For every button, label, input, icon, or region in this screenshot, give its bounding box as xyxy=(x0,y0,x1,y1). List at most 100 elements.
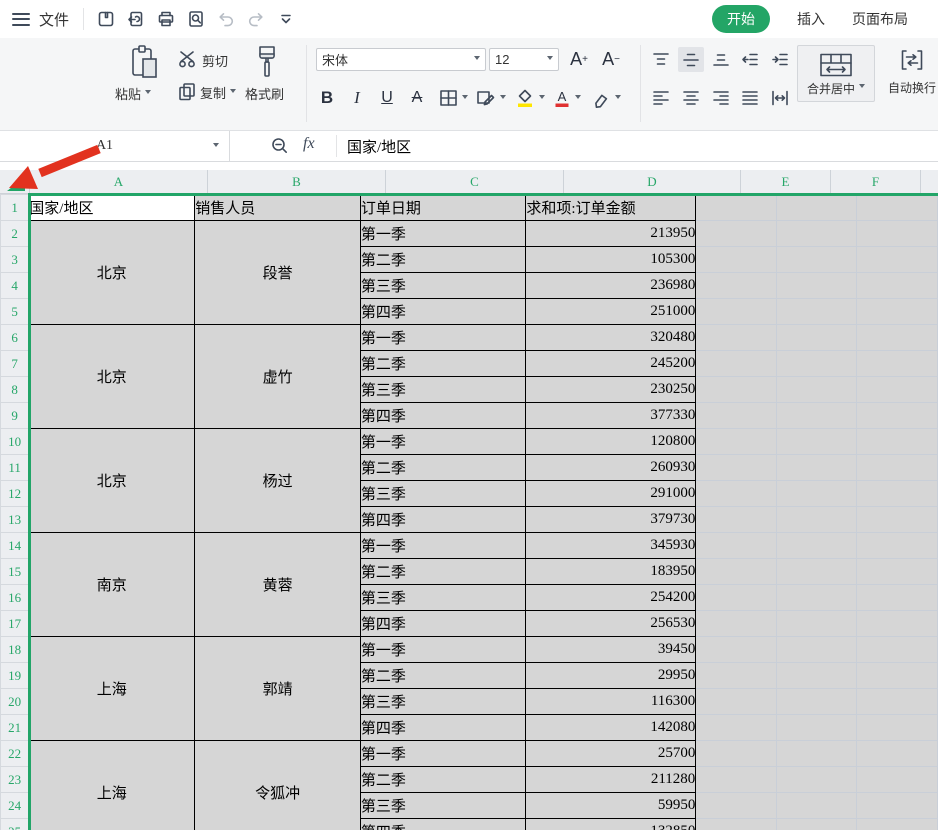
italic-button[interactable]: I xyxy=(344,86,370,110)
cell[interactable] xyxy=(776,637,857,663)
cell-region[interactable]: 上海 xyxy=(29,637,195,741)
cell[interactable] xyxy=(696,455,777,481)
cell[interactable] xyxy=(857,403,938,429)
cell[interactable] xyxy=(696,507,777,533)
main-menu-icon[interactable] xyxy=(12,13,30,26)
cell-amount[interactable]: 59950 xyxy=(526,793,696,819)
cell-amount[interactable]: 183950 xyxy=(526,559,696,585)
cell[interactable] xyxy=(776,221,857,247)
cell[interactable] xyxy=(696,819,777,830)
row-header[interactable]: 3 xyxy=(1,247,29,273)
cell[interactable] xyxy=(776,741,857,767)
cell[interactable] xyxy=(776,715,857,741)
cell[interactable] xyxy=(776,325,857,351)
row-header[interactable]: 9 xyxy=(1,403,29,429)
column-header[interactable] xyxy=(921,170,938,194)
cell-salesperson[interactable]: 郭靖 xyxy=(195,637,361,741)
cell[interactable] xyxy=(696,429,777,455)
row-header[interactable]: 15 xyxy=(1,559,29,585)
tab-insert[interactable]: 插入 xyxy=(797,9,825,29)
font-size-select[interactable]: 12 xyxy=(489,48,559,71)
cell[interactable] xyxy=(696,325,777,351)
decrease-font-size-button[interactable]: A− xyxy=(598,47,624,71)
font-color-button[interactable]: A xyxy=(550,86,584,110)
merge-center-button[interactable]: 合并居中 xyxy=(797,45,875,102)
print-button[interactable] xyxy=(152,5,180,33)
cell[interactable] xyxy=(857,689,938,715)
cell-amount[interactable]: 251000 xyxy=(526,299,696,325)
export-button[interactable] xyxy=(122,5,150,33)
cell[interactable] xyxy=(696,585,777,611)
cell-quarter[interactable]: 第二季 xyxy=(360,559,526,585)
cell[interactable] xyxy=(776,299,857,325)
cell-quarter[interactable]: 第二季 xyxy=(360,247,526,273)
tab-page-layout[interactable]: 页面布局 xyxy=(852,9,908,29)
row-header[interactable]: 13 xyxy=(1,507,29,533)
cell[interactable] xyxy=(857,273,938,299)
cut-label[interactable]: 剪切 xyxy=(202,51,228,70)
cell[interactable] xyxy=(776,351,857,377)
file-menu[interactable]: 文件 xyxy=(39,9,69,30)
cell[interactable]: 订单日期 xyxy=(360,195,526,221)
cell[interactable] xyxy=(776,247,857,273)
active-cell[interactable]: 国家/地区 xyxy=(29,195,195,221)
tab-home[interactable]: 开始 xyxy=(712,5,770,33)
cell-amount[interactable]: 379730 xyxy=(526,507,696,533)
cell-quarter[interactable]: 第四季 xyxy=(360,819,526,830)
cell[interactable] xyxy=(776,195,857,221)
align-right-button[interactable] xyxy=(708,85,734,110)
cell-quarter[interactable]: 第四季 xyxy=(360,611,526,637)
row-header[interactable]: 10 xyxy=(1,429,29,455)
cell-salesperson[interactable]: 令狐冲 xyxy=(195,741,361,830)
cell-amount[interactable]: 29950 xyxy=(526,663,696,689)
cell[interactable] xyxy=(857,585,938,611)
borders-button[interactable] xyxy=(436,86,470,110)
cell-amount[interactable]: 105300 xyxy=(526,247,696,273)
cell[interactable]: 销售人员 xyxy=(195,195,361,221)
wrap-text-button[interactable]: 自动换行 xyxy=(884,48,938,96)
cell[interactable] xyxy=(776,663,857,689)
column-header[interactable]: A xyxy=(30,170,208,194)
cell-amount[interactable]: 254200 xyxy=(526,585,696,611)
align-center-button[interactable] xyxy=(678,85,704,110)
cell[interactable] xyxy=(696,741,777,767)
cell[interactable] xyxy=(776,819,857,830)
cell[interactable] xyxy=(696,351,777,377)
cell[interactable] xyxy=(857,481,938,507)
cell[interactable] xyxy=(857,715,938,741)
row-header[interactable]: 17 xyxy=(1,611,29,637)
cell-quarter[interactable]: 第三季 xyxy=(360,377,526,403)
cell[interactable] xyxy=(857,455,938,481)
cell[interactable] xyxy=(696,221,777,247)
cell[interactable] xyxy=(776,611,857,637)
row-header[interactable]: 14 xyxy=(1,533,29,559)
cell[interactable] xyxy=(696,767,777,793)
cell[interactable] xyxy=(857,741,938,767)
cell-amount[interactable]: 142080 xyxy=(526,715,696,741)
row-header[interactable]: 4 xyxy=(1,273,29,299)
row-header[interactable]: 2 xyxy=(1,221,29,247)
row-header[interactable]: 22 xyxy=(1,741,29,767)
cell-quarter[interactable]: 第三季 xyxy=(360,793,526,819)
cell[interactable] xyxy=(696,377,777,403)
cell[interactable] xyxy=(776,689,857,715)
cell[interactable]: 求和项:订单金额 xyxy=(526,195,696,221)
cell-region[interactable]: 北京 xyxy=(29,325,195,429)
copy-label[interactable]: 复制 xyxy=(200,83,236,102)
cell-amount[interactable]: 213950 xyxy=(526,221,696,247)
cell[interactable] xyxy=(776,793,857,819)
cell-quarter[interactable]: 第四季 xyxy=(360,403,526,429)
cell-region[interactable]: 南京 xyxy=(29,533,195,637)
bold-button[interactable]: B xyxy=(314,86,340,110)
cell-amount[interactable]: 260930 xyxy=(526,455,696,481)
cell[interactable] xyxy=(696,637,777,663)
cell-amount[interactable]: 256530 xyxy=(526,611,696,637)
cell[interactable] xyxy=(776,767,857,793)
cell[interactable] xyxy=(696,273,777,299)
cell[interactable] xyxy=(696,663,777,689)
cell[interactable] xyxy=(857,507,938,533)
row-header[interactable]: 20 xyxy=(1,689,29,715)
row-header[interactable]: 11 xyxy=(1,455,29,481)
align-bottom-button[interactable] xyxy=(708,47,734,72)
cell-quarter[interactable]: 第二季 xyxy=(360,455,526,481)
